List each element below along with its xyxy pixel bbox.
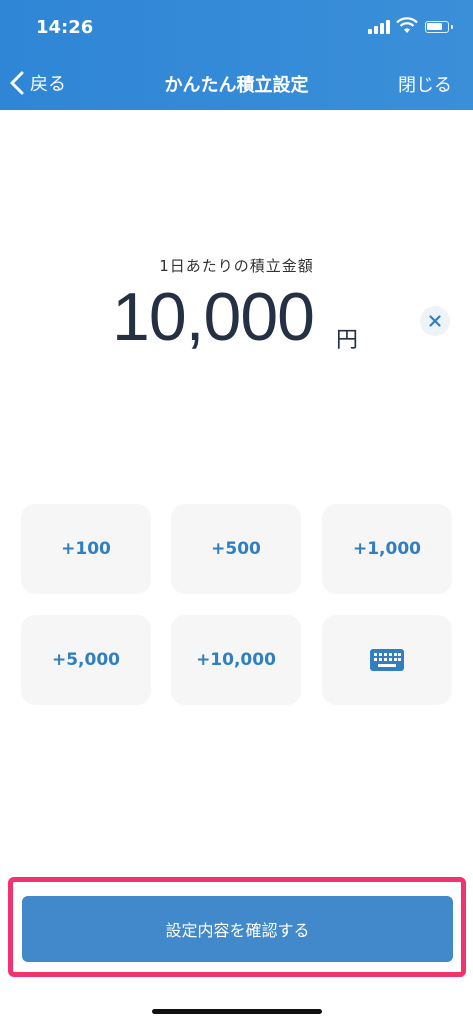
battery-icon: [425, 21, 453, 33]
status-bar: 14:26: [0, 0, 473, 50]
add-100-button[interactable]: +100: [21, 504, 151, 594]
close-icon: [429, 315, 441, 327]
add-10000-button[interactable]: +10,000: [171, 615, 301, 705]
header-bar: 14:26 戻る かんたん積立設定 閉じる: [0, 0, 473, 110]
add-1000-button[interactable]: +1,000: [322, 504, 452, 594]
confirm-settings-button[interactable]: 設定内容を確認する: [22, 896, 453, 962]
add-500-button[interactable]: +500: [171, 504, 301, 594]
amount-display: 10,000: [0, 278, 473, 358]
close-button[interactable]: 閉じる: [398, 71, 452, 97]
keyboard-input-button[interactable]: [322, 615, 452, 705]
navigation-bar: 戻る かんたん積立設定 閉じる: [0, 58, 473, 108]
keyboard-icon: [370, 649, 404, 671]
amount-value: 10,000: [112, 279, 315, 355]
cellular-signal-icon: [368, 20, 390, 34]
wifi-icon: [396, 17, 418, 33]
amount-label: 1日あたりの積立金額: [159, 257, 314, 275]
status-time: 14:26: [36, 17, 94, 38]
home-indicator: [152, 1009, 322, 1014]
add-5000-button[interactable]: +5,000: [21, 615, 151, 705]
clear-amount-button[interactable]: [420, 306, 450, 336]
amount-unit: 円: [336, 328, 359, 353]
